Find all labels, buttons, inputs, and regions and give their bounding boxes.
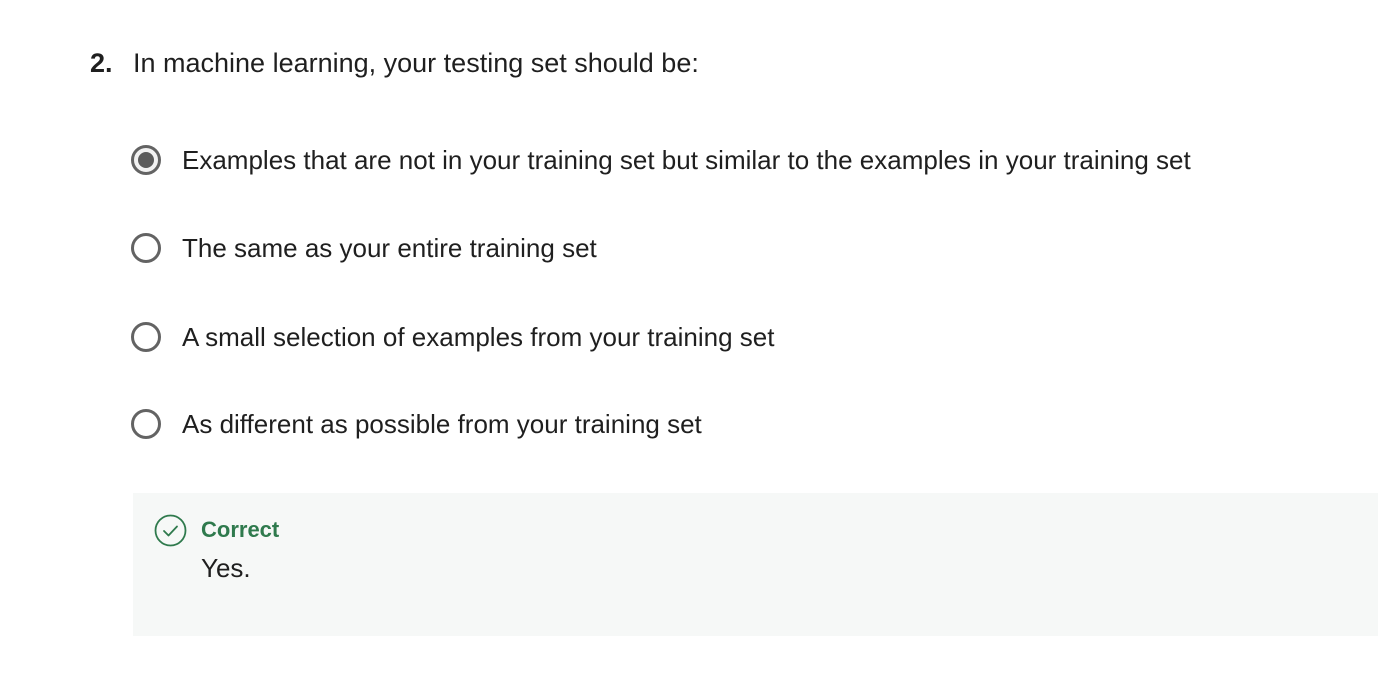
answer-options: Examples that are not in your training s… [131, 138, 1191, 490]
answer-option-label: The same as your entire training set [182, 233, 597, 263]
answer-option-label: A small selection of examples from your … [182, 322, 775, 352]
check-circle-icon [154, 514, 187, 547]
answer-option-2[interactable]: The same as your entire training set [131, 226, 1191, 270]
question-number: 2. [90, 48, 113, 78]
answer-option-label: Examples that are not in your training s… [182, 145, 1191, 175]
feedback-status: Correct [201, 517, 280, 542]
answer-option-label: As different as possible from your train… [182, 409, 702, 439]
answer-option-3[interactable]: A small selection of examples from your … [131, 315, 1191, 359]
answer-option-4[interactable]: As different as possible from your train… [131, 402, 1191, 446]
question-text: In machine learning, your testing set sh… [133, 48, 699, 78]
question-prompt: 2. In machine learning, your testing set… [90, 44, 699, 82]
feedback-panel: Correct Yes. [133, 493, 1378, 636]
radio-selected-dot [138, 152, 154, 168]
radio-button-selected[interactable] [131, 145, 161, 175]
feedback-message: Yes. [201, 553, 251, 583]
radio-button[interactable] [131, 233, 161, 263]
radio-button[interactable] [131, 409, 161, 439]
answer-option-1[interactable]: Examples that are not in your training s… [131, 138, 1191, 182]
radio-button[interactable] [131, 322, 161, 352]
